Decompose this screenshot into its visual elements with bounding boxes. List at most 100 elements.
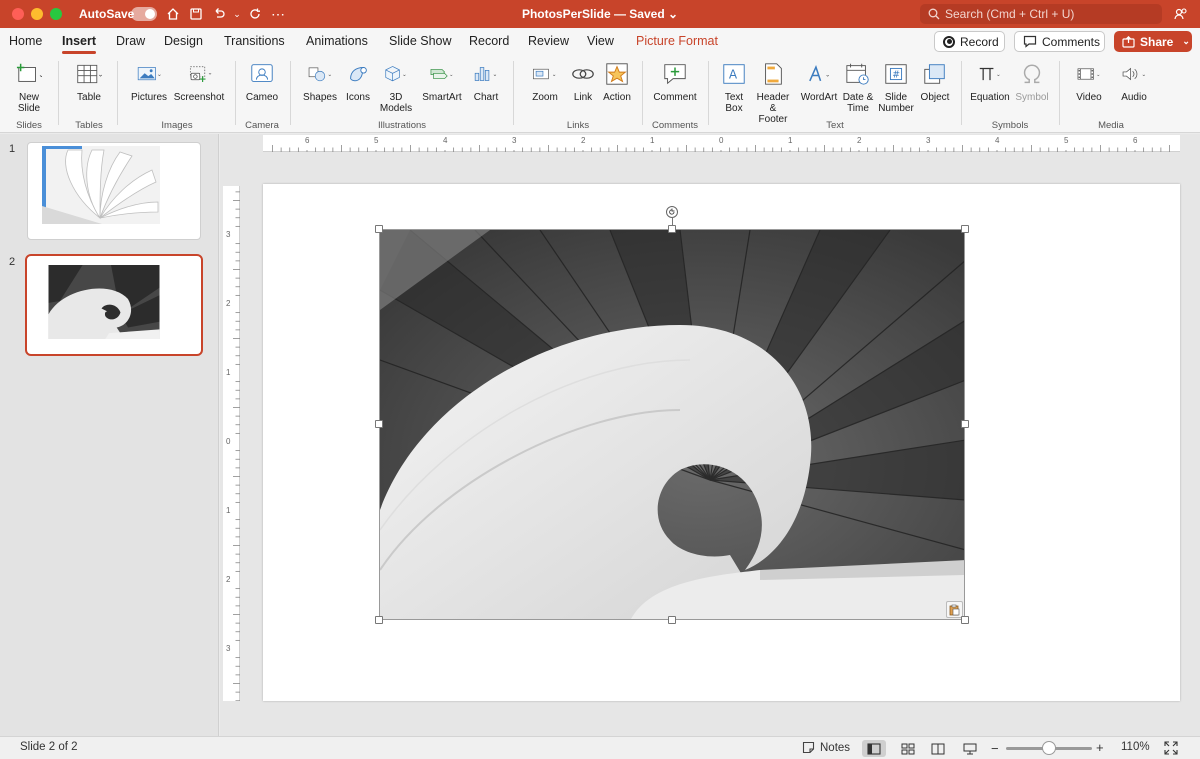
normal-view-button[interactable] [862, 740, 886, 757]
slide-thumbnail-2[interactable] [25, 254, 203, 356]
resize-handle-bottom-left[interactable] [375, 616, 383, 624]
slide-show-button[interactable] [958, 740, 982, 757]
table-button[interactable]: ⌄ Table [70, 59, 108, 103]
svg-text:⌄: ⌄ [1142, 72, 1147, 78]
home-icon[interactable] [164, 5, 182, 23]
pictures-button[interactable]: ⌄ Pictures [128, 59, 170, 103]
resize-handle-top-left[interactable] [375, 225, 383, 233]
tab-home[interactable]: Home [9, 34, 42, 48]
account-icon[interactable] [1172, 5, 1190, 23]
more-icon[interactable]: ⋯ [269, 5, 287, 23]
spiral-staircase-artwork [380, 230, 964, 619]
grid-view-icon [901, 743, 915, 754]
svg-text:⌄: ⌄ [98, 71, 102, 79]
3d-models-button[interactable]: ⌄ 3D Models [377, 59, 415, 114]
shapes-icon: ⌄ [307, 59, 333, 89]
resize-handle-left[interactable] [375, 420, 383, 428]
new-slide-button[interactable]: ⌄ New Slide [10, 59, 48, 114]
svg-text:⌄: ⌄ [157, 72, 162, 78]
cameo-button[interactable]: Cameo [243, 59, 281, 103]
share-dropdown-icon[interactable]: ⌄ [1182, 36, 1190, 47]
resize-handle-top[interactable] [668, 225, 676, 233]
shapes-button[interactable]: ⌄ Shapes [300, 59, 340, 103]
autosave-toggle[interactable] [131, 7, 157, 21]
comment-button[interactable]: Comment [651, 59, 699, 103]
zoom-slider-thumb[interactable] [1042, 741, 1056, 755]
ruler-number: 6 [1133, 136, 1138, 145]
slide-number-button[interactable]: # Slide Number [877, 59, 915, 114]
action-button[interactable]: Action [601, 59, 633, 103]
ruler-number: 1 [226, 368, 231, 377]
search-input[interactable] [945, 7, 1155, 21]
resize-handle-bottom[interactable] [668, 616, 676, 624]
search-box[interactable] [920, 4, 1162, 24]
text-box-button[interactable]: A Text Box [718, 59, 750, 114]
header-footer-icon [760, 59, 786, 89]
smartart-button[interactable]: ⌄ SmartArt [419, 59, 465, 103]
tab-animations[interactable]: Animations [306, 34, 368, 48]
video-button[interactable]: ⌄ Video [1068, 59, 1110, 103]
tab-transitions[interactable]: Transitions [224, 34, 285, 48]
close-window-button[interactable] [12, 8, 24, 20]
group-label-links: Links [566, 120, 590, 131]
ruler-number: 2 [226, 575, 231, 584]
ruler-number: 5 [1064, 136, 1069, 145]
zoom-label: Zoom [532, 92, 558, 103]
chart-button[interactable]: ⌄ Chart [468, 59, 504, 103]
undo-dropdown-icon[interactable]: ⌄ [228, 5, 246, 23]
tab-review[interactable]: Review [528, 34, 569, 48]
tab-view[interactable]: View [587, 34, 614, 48]
redo-icon[interactable] [246, 5, 264, 23]
zoom-level[interactable]: 110% [1121, 741, 1150, 753]
svg-text:#: # [892, 70, 900, 81]
notes-button[interactable]: Notes [802, 741, 850, 754]
zoom-in-button[interactable]: + [1096, 740, 1104, 755]
slide-sorter-button[interactable] [896, 740, 920, 757]
link-button[interactable]: Link [568, 59, 598, 103]
document-title[interactable]: PhotosPerSlide — Saved [522, 7, 665, 21]
spiral-staircase-image[interactable] [379, 229, 965, 620]
symbol-button[interactable]: Symbol [1014, 59, 1050, 103]
resize-handle-right[interactable] [961, 420, 969, 428]
tab-insert[interactable]: Insert [62, 34, 97, 54]
save-icon[interactable] [187, 5, 205, 23]
tab-picture-format[interactable]: Picture Format [636, 34, 718, 48]
date-time-button[interactable]: Date & Time [842, 59, 874, 114]
record-button[interactable]: Record [934, 31, 1005, 52]
fit-to-window-button[interactable] [1164, 741, 1178, 755]
equation-button[interactable]: ⌄ Equation [970, 59, 1010, 103]
slide-thumbnail-1[interactable] [27, 142, 201, 240]
resize-handle-top-right[interactable] [961, 225, 969, 233]
reading-view-button[interactable] [926, 740, 950, 757]
normal-view-icon [867, 742, 881, 755]
svg-text:⌄: ⌄ [328, 72, 333, 78]
comment-bubble-icon [1023, 35, 1037, 48]
tab-slide-show[interactable]: Slide Show [389, 34, 452, 48]
share-button[interactable]: Share ⌄ [1114, 31, 1192, 52]
slide-canvas[interactable] [263, 184, 1180, 701]
pi-equation-icon: ⌄ [977, 59, 1003, 89]
object-button[interactable]: Object [918, 59, 952, 103]
new-slide-label: New Slide [17, 92, 41, 114]
title-dropdown-icon[interactable]: ⌄ [665, 7, 678, 21]
tab-record[interactable]: Record [469, 34, 509, 48]
link-icon [570, 59, 596, 89]
object-label: Object [920, 92, 950, 103]
wordart-button[interactable]: ⌄ WordArt [799, 59, 839, 103]
tab-draw[interactable]: Draw [116, 34, 145, 48]
audio-button[interactable]: ⌄ Audio [1114, 59, 1154, 103]
minimize-window-button[interactable] [31, 8, 43, 20]
icons-button[interactable]: Icons [343, 59, 373, 103]
rotate-handle-icon[interactable] [666, 206, 678, 218]
screenshot-button[interactable]: ⌄ Screenshot [172, 59, 226, 103]
tab-design[interactable]: Design [164, 34, 203, 48]
3d-models-label: 3D Models [379, 92, 413, 114]
comments-button[interactable]: Comments [1014, 31, 1105, 52]
undo-icon[interactable] [210, 5, 228, 23]
header-footer-button[interactable]: Header & Footer [752, 59, 794, 125]
comment-add-icon [662, 59, 688, 89]
zoom-window-button[interactable] [50, 8, 62, 20]
zoom-button[interactable]: ⌄ Zoom [524, 59, 566, 103]
zoom-out-button[interactable]: − [991, 741, 999, 756]
resize-handle-bottom-right[interactable] [961, 616, 969, 624]
